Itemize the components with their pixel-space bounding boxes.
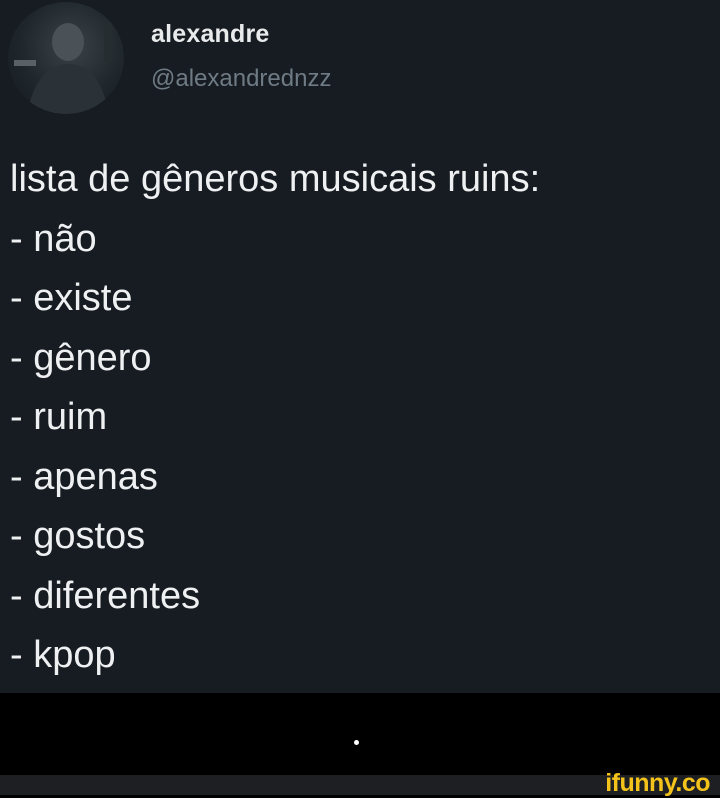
tweet-line-item: - não	[10, 217, 97, 260]
tweet-card: alexandre @alexandrednzz lista de gênero…	[0, 0, 720, 693]
tweet-body: lista de gêneros musicais ruins: - não -…	[10, 150, 540, 686]
ifunny-watermark[interactable]: ifunny.co	[605, 769, 710, 798]
user-handle[interactable]: @alexandrednzz	[151, 65, 331, 93]
caption-area	[0, 693, 720, 775]
tweet-line-item: - existe	[10, 277, 133, 319]
tweet-line-title: lista de gêneros musicais ruins:	[10, 158, 541, 200]
caption-dot	[354, 740, 359, 745]
tweet-line-item: - apenas	[10, 455, 158, 498]
display-name[interactable]: alexandre	[151, 20, 270, 49]
tweet-line-item: - ruim	[10, 396, 108, 438]
tweet-line-item: - gostos	[10, 515, 146, 557]
avatar-photo-icon	[14, 22, 112, 114]
avatar[interactable]	[8, 2, 124, 114]
tweet-line-item: - kpop	[10, 634, 116, 676]
tweet-line-item: - gênero	[10, 336, 152, 379]
tweet-line-item: - diferentes	[10, 574, 201, 617]
